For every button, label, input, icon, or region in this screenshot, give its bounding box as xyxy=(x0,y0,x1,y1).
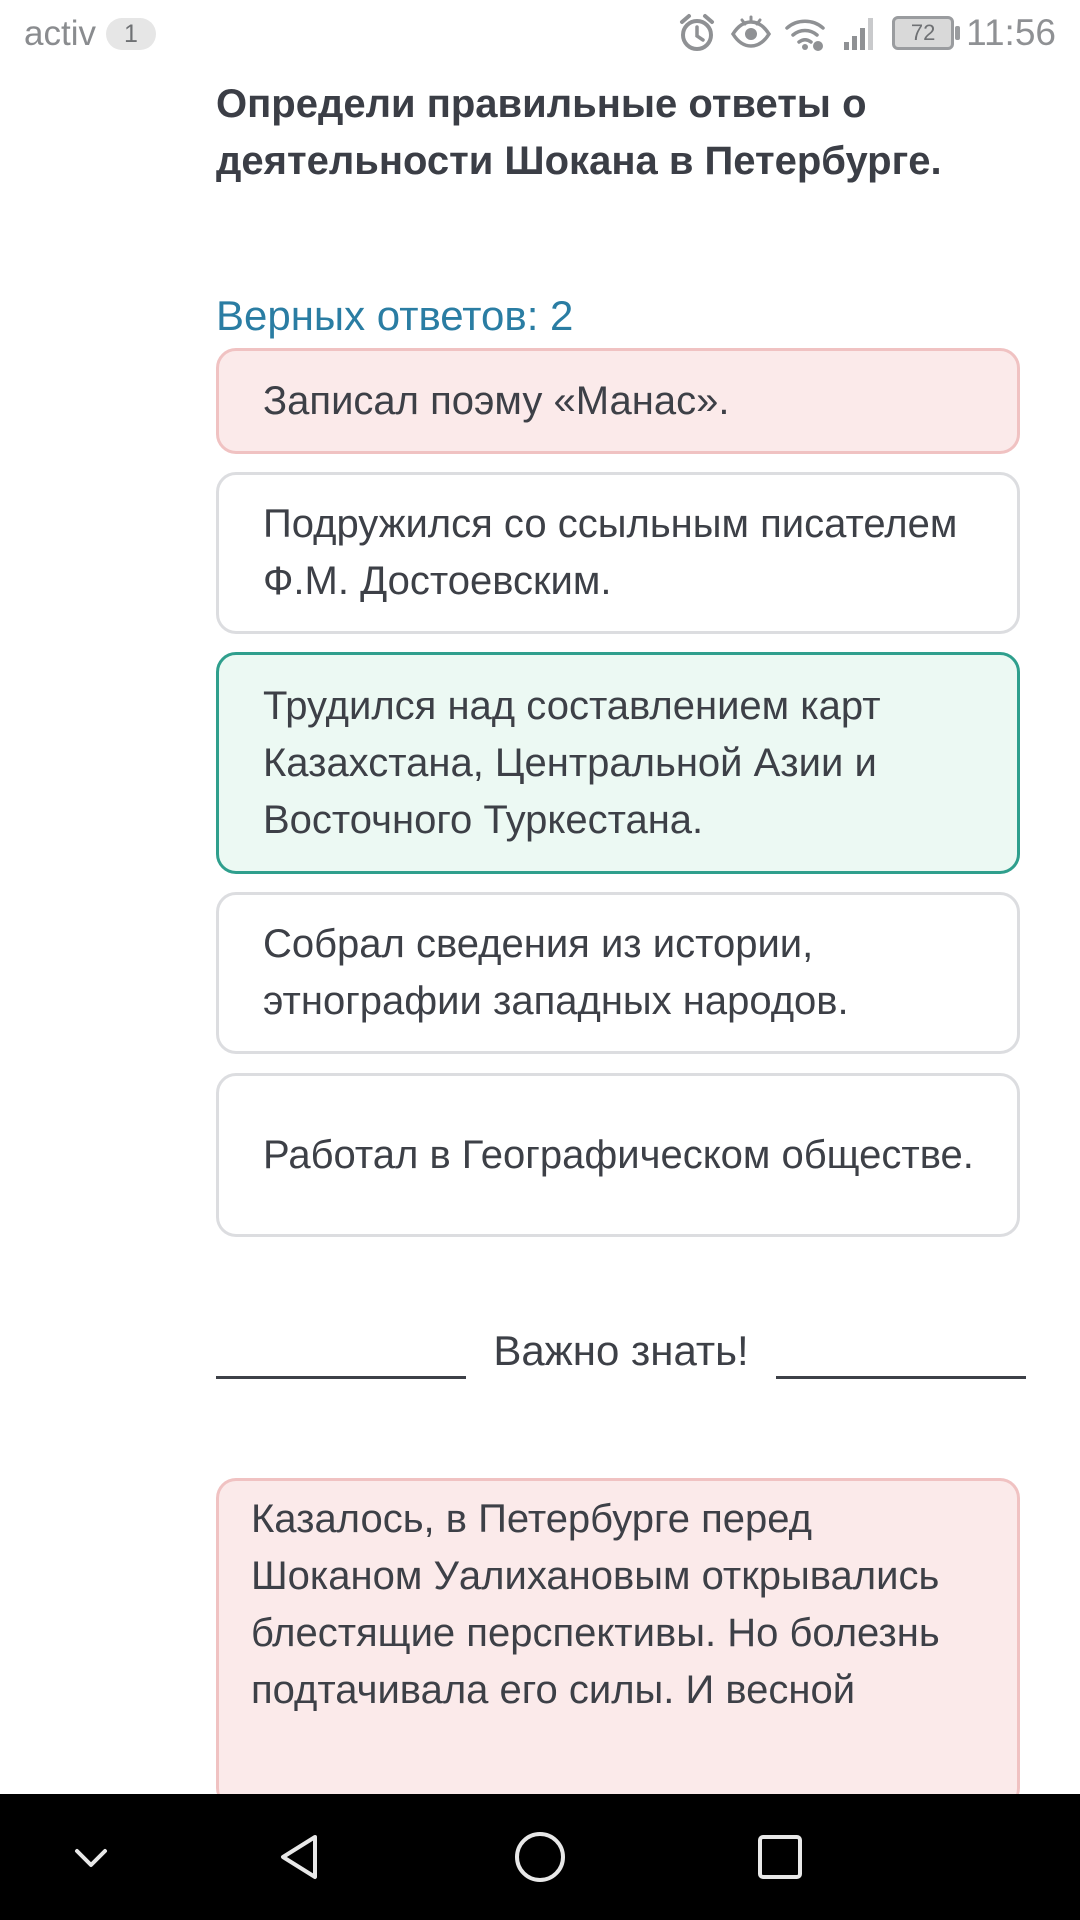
status-app-name: activ xyxy=(24,14,96,53)
eye-icon xyxy=(731,15,772,48)
wifi-icon xyxy=(785,19,825,51)
status-right: 72 11:56 xyxy=(676,12,1056,54)
answer-option-2[interactable]: Подружился со ссыльным писателем Ф.М. До… xyxy=(216,472,1020,634)
navigation-bar xyxy=(0,1794,1080,1920)
notification-badge: 1 xyxy=(105,18,156,50)
important-info-box: Казалось, в Петербурге перед Шоканом Уал… xyxy=(216,1478,1020,1808)
important-divider: Важно знать! xyxy=(216,1322,1026,1442)
important-heading: Важно знать! xyxy=(493,1327,749,1374)
answer-option-1[interactable]: Записал поэму «Манас». xyxy=(216,348,1020,454)
status-left: activ 1 xyxy=(24,14,156,54)
answer-option-text: Записал поэму «Манас». xyxy=(263,378,730,423)
divider-line-left xyxy=(216,1376,466,1379)
back-icon[interactable] xyxy=(264,1822,334,1892)
answer-option-3[interactable]: Трудился над составлением карт Казахстан… xyxy=(216,652,1020,874)
question-title: Определи правильные ответы о деятельност… xyxy=(216,82,942,183)
battery-icon: 72 xyxy=(892,16,961,50)
answer-option-4[interactable]: Собрал сведения из истории, этнографии з… xyxy=(216,892,1020,1054)
status-bar: activ 1 72 11:56 xyxy=(0,0,1080,76)
divider-line-right xyxy=(776,1376,1026,1379)
chevron-down-icon[interactable] xyxy=(56,1822,126,1892)
correct-answers-count: Верных ответов: 2 xyxy=(216,292,574,339)
status-time: 11:56 xyxy=(966,12,1056,53)
home-icon[interactable] xyxy=(505,1822,575,1892)
answer-option-text: Трудился над составлением карт Казахстан… xyxy=(263,683,881,842)
alarm-icon xyxy=(680,14,715,51)
answer-option-text: Подружился со ссыльным писателем Ф.М. До… xyxy=(263,502,958,603)
recents-icon[interactable] xyxy=(745,1822,815,1892)
answer-option-5[interactable]: Работал в Географическом обществе. xyxy=(216,1073,1020,1237)
signal-icon xyxy=(844,18,874,50)
answer-option-text: Собрал сведения из истории, этнографии з… xyxy=(263,922,849,1023)
answer-option-text: Работал в Географическом обществе. xyxy=(263,1132,974,1177)
important-text: Казалось, в Петербурге перед Шоканом Уал… xyxy=(251,1497,940,1712)
